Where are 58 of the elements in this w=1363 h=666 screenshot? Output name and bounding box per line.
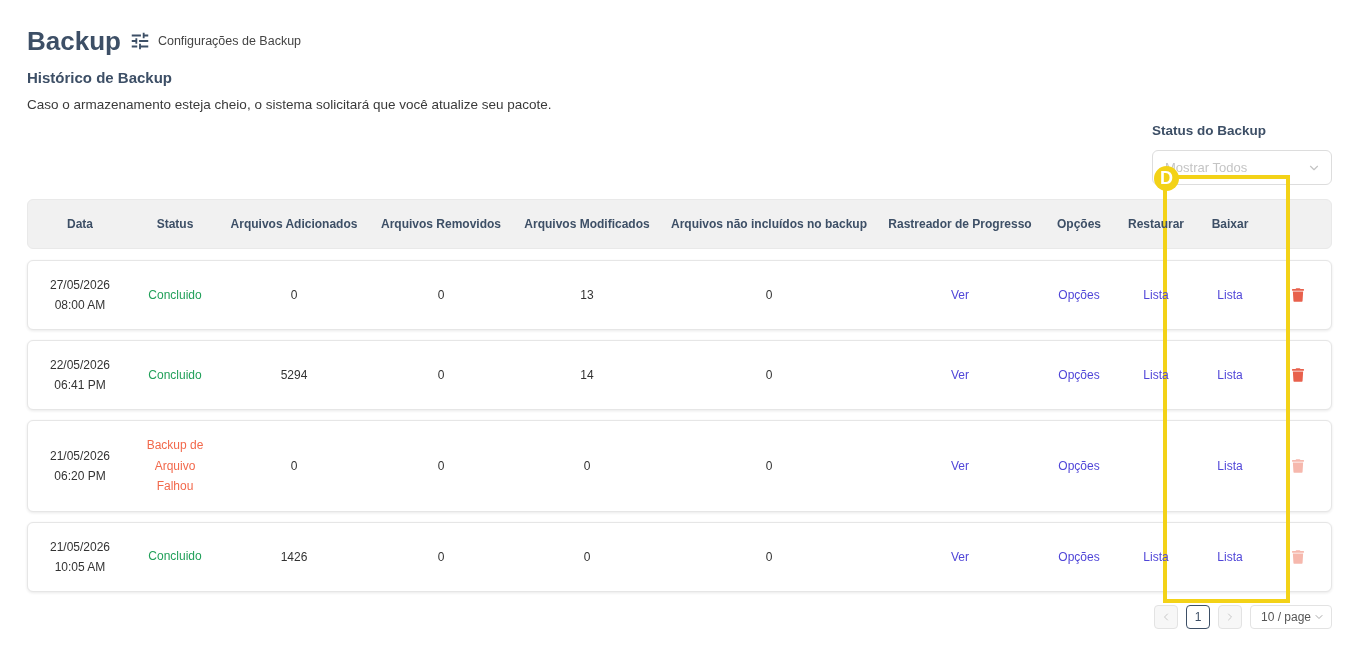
page-size-select[interactable]: 10 / page <box>1250 604 1332 629</box>
column-header: Arquivos Modificados <box>524 217 650 231</box>
table-cell-text: 0 <box>437 548 445 566</box>
options-link[interactable]: Opções <box>1058 285 1100 305</box>
column-header: Arquivos Adicionados <box>230 217 358 231</box>
table-cell-text: 0 <box>290 287 298 304</box>
view-link[interactable]: Ver <box>951 285 969 305</box>
table-cell-text: 14 <box>580 367 594 384</box>
settings-link[interactable]: Configurações de Backup <box>157 34 302 48</box>
trash-icon <box>1291 368 1304 382</box>
download-link[interactable]: Lista <box>1217 546 1243 567</box>
view-link[interactable]: Ver <box>951 365 969 385</box>
options-link[interactable]: Opções <box>1058 455 1100 476</box>
table-cell-text: 0 <box>765 287 773 304</box>
delete-button[interactable] <box>1291 288 1304 302</box>
status-text: Concluido <box>148 286 202 304</box>
view-link[interactable]: Ver <box>951 546 969 567</box>
table-cell-text: 13 <box>580 287 594 304</box>
table-cell-text: 0 <box>765 367 773 384</box>
description-text: Caso o armazenamento esteja cheio, o sistema solicitará que você atualize seu pacote. <box>27 96 553 114</box>
trash-icon <box>1291 458 1304 473</box>
download-link[interactable]: Lista <box>1217 365 1243 385</box>
column-header: Arquivos não incluídos no backup <box>671 217 867 231</box>
date-cell-text: 22/05/2026 06:41 PM <box>49 357 111 394</box>
column-header: Baixar <box>1211 217 1249 231</box>
table-cell-text: 0 <box>765 548 773 566</box>
table-cell-text: 0 <box>765 457 773 475</box>
options-link[interactable]: Opções <box>1058 365 1100 385</box>
column-header: Status <box>156 217 194 231</box>
table-cell-text: 0 <box>437 367 445 384</box>
column-header: Data <box>67 217 93 231</box>
download-link[interactable]: Lista <box>1217 455 1243 476</box>
status-text: Concluido <box>148 548 202 566</box>
section-title: Histórico de Backup <box>27 68 174 88</box>
options-link[interactable]: Opções <box>1058 546 1100 567</box>
date-cell-text: 27/05/2026 08:00 AM <box>49 277 111 314</box>
table-cell-text: 1426 <box>280 548 308 566</box>
table-cell-text: 5294 <box>280 367 308 384</box>
table-cell-text: 0 <box>583 548 591 566</box>
column-header: Arquivos Removidos <box>381 217 501 231</box>
page-button[interactable]: 1 <box>1186 604 1210 629</box>
date-cell-text: 21/05/2026 06:20 PM <box>49 447 111 485</box>
date-cell-text: 21/05/2026 10:05 AM <box>49 538 111 576</box>
download-link[interactable]: Lista <box>1217 285 1243 305</box>
column-header: Rastreador de Progresso <box>888 217 1032 231</box>
trash-icon <box>1291 549 1304 564</box>
column-header: Opções <box>1057 217 1101 231</box>
view-link[interactable]: Ver <box>951 455 969 476</box>
status-text: Backup de Arquivo Falhou <box>145 437 205 495</box>
table-cell-text: 0 <box>583 457 591 475</box>
delete-button[interactable] <box>1291 368 1304 382</box>
page-title: Backup <box>27 25 121 58</box>
filter-label: Status do Backup <box>1152 122 1267 140</box>
trash-icon <box>1291 288 1304 302</box>
table-cell-text: 0 <box>437 287 445 304</box>
status-text: Concluido <box>148 366 202 384</box>
table-cell-text: 0 <box>290 457 298 475</box>
table-cell-text: 0 <box>437 457 445 475</box>
